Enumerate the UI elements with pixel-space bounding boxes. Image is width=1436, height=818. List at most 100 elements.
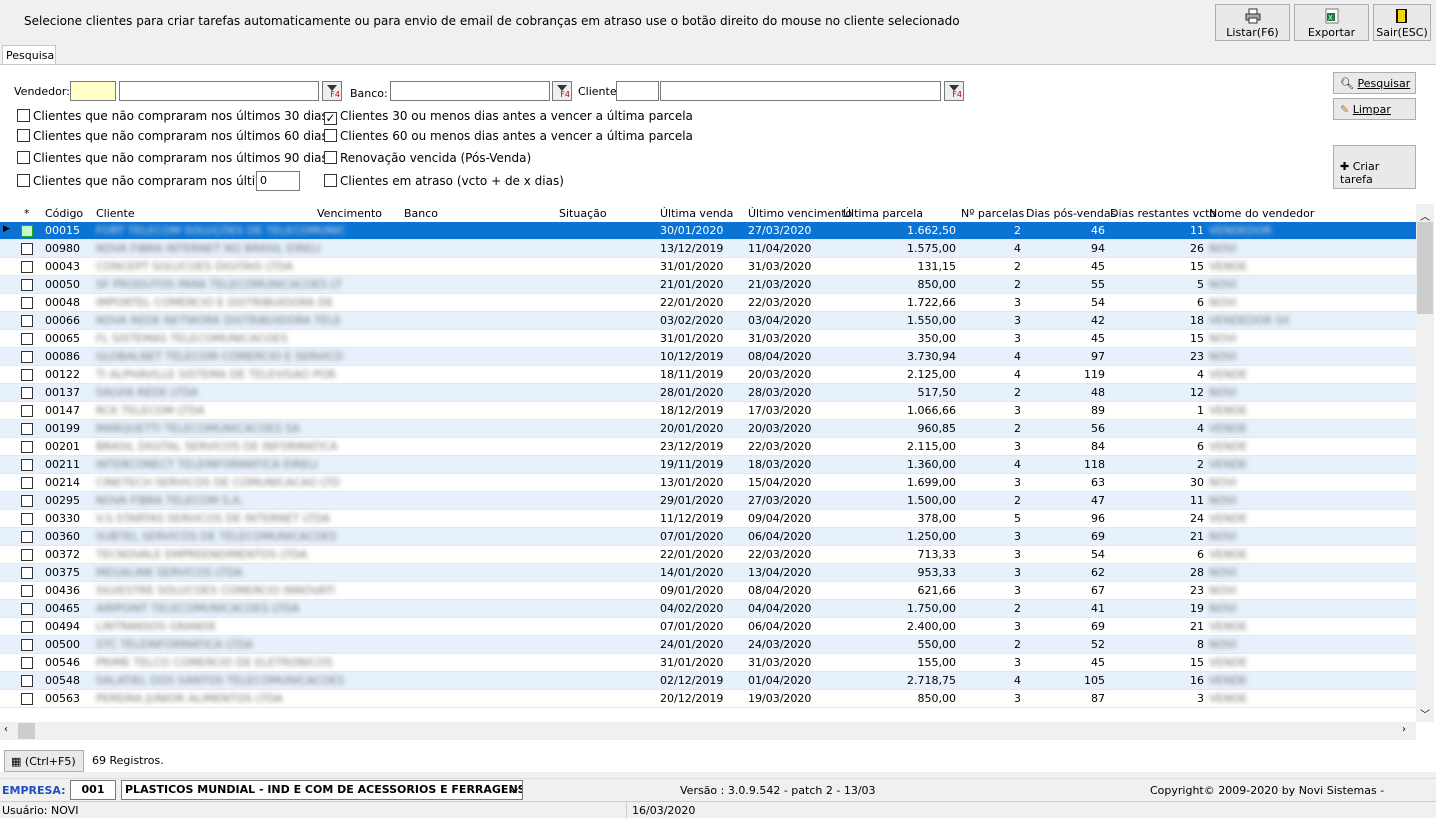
row-checkbox[interactable] — [21, 675, 33, 687]
scroll-left-icon[interactable]: ‹ — [4, 724, 8, 735]
chk-30-dias-vencer[interactable]: ✓ Clientes 30 ou menos dias antes a vence… — [324, 109, 693, 125]
table-row[interactable]: ▶ 00015 FORT TELECOM SOLUÇÕES DE TELECOMUN… — [0, 222, 1416, 240]
cliente-name-input[interactable] — [660, 81, 941, 101]
table-row[interactable]: 00065 FL SISTEMAS TELECOMUNICACOES 31/01/2… — [0, 330, 1416, 348]
column-header[interactable]: Última parcela — [843, 207, 923, 220]
row-checkbox[interactable] — [21, 315, 33, 327]
row-checkbox[interactable] — [21, 423, 33, 435]
table-row[interactable]: 00500 STC TELEINFORMATICA LTDA 24/01/2020 2… — [0, 636, 1416, 654]
hscroll-thumb[interactable] — [18, 723, 35, 739]
row-checkbox[interactable] — [21, 297, 33, 309]
table-row[interactable]: 00122 TI ALPHAVILLE SISTEMA DE TELEVISAO … — [0, 366, 1416, 384]
row-checkbox[interactable] — [21, 387, 33, 399]
table-row[interactable]: 00086 GLOBALNET TELECOM COMERCIO E SERVIC… — [0, 348, 1416, 366]
pesquisar-button[interactable]: 🔍︎ Pesquisar — [1333, 72, 1416, 94]
column-header[interactable]: Dias restantes vcto — [1110, 207, 1216, 220]
chk-renovacao-vencida[interactable]: Renovação vencida (Pós-Venda) — [324, 151, 531, 165]
column-header[interactable]: Nº parcelas — [961, 207, 1024, 220]
cliente-code-input[interactable] — [616, 81, 659, 101]
sair-button[interactable]: Sair(ESC) — [1373, 4, 1431, 41]
horizontal-scrollbar[interactable]: ‹ › — [0, 722, 1416, 740]
row-checkbox[interactable] — [21, 333, 33, 345]
row-checkbox[interactable] — [21, 693, 33, 705]
table-row[interactable]: 00199 MARQUETTI TELECOMUNICACOES SA 20/01/… — [0, 420, 1416, 438]
vendedor-name-input[interactable] — [119, 81, 319, 101]
empresa-select[interactable]: PLASTICOS MUNDIAL - IND E COM DE ACESSOR… — [121, 780, 523, 800]
row-checkbox[interactable] — [21, 513, 33, 525]
table-row[interactable]: 00494 LINTRANSOS GRANDE 07/01/2020 06/04/20… — [0, 618, 1416, 636]
empresa-code-input[interactable]: 001 — [70, 780, 116, 800]
row-checkbox[interactable] — [21, 585, 33, 597]
row-checkbox[interactable] — [21, 495, 33, 507]
listar-button[interactable]: Listar(F6) — [1215, 4, 1290, 41]
column-header[interactable]: Cliente — [96, 207, 135, 220]
table-row[interactable]: 00066 NOVA REDE NETWORK DISTRIBUIDORA TEL… — [0, 312, 1416, 330]
row-checkbox[interactable] — [21, 225, 33, 237]
table-row[interactable]: 00375 MEGALINK SERVICOS LTDA 14/01/2020 13/… — [0, 564, 1416, 582]
chk-clientes-atraso[interactable]: Clientes em atraso (vcto + de x dias) — [324, 174, 564, 188]
table-row[interactable]: 00546 PRIME TELCO COMERCIO DE ELETRONICOS… — [0, 654, 1416, 672]
chk-nao-compraram-90[interactable]: Clientes que não compraram nos últimos 9… — [17, 151, 328, 165]
dias-input[interactable]: 0 — [256, 171, 300, 191]
table-row[interactable]: 00295 NOVA FIBRA TELECOM S.A. 29/01/2020 27… — [0, 492, 1416, 510]
row-checkbox[interactable] — [21, 639, 33, 651]
table-row[interactable]: 00548 SALATIEL DOS SANTOS TELECOMUNICACOE… — [0, 672, 1416, 690]
table-row[interactable]: 00360 SUBTEL SERVICOS DE TELECOMUNICACOES… — [0, 528, 1416, 546]
column-header[interactable]: Dias pós-vendas — [1026, 207, 1116, 220]
row-checkbox[interactable] — [21, 459, 33, 471]
chk-60-dias-vencer[interactable]: Clientes 60 ou menos dias antes a vencer… — [324, 129, 693, 143]
column-header[interactable]: Vencimento — [317, 207, 382, 220]
row-checkbox[interactable] — [21, 243, 33, 255]
table-row[interactable]: 00043 CONCEPT SOLUCOES DIGITAIS LTDA 31/01… — [0, 258, 1416, 276]
chk-nao-compraram-60[interactable]: Clientes que não compraram nos últimos 6… — [17, 129, 328, 143]
column-header[interactable]: Situação — [559, 207, 607, 220]
table-row[interactable]: 00211 INTERCONECT TELEINFORMATICA EIRELI 1… — [0, 456, 1416, 474]
row-checkbox[interactable] — [21, 405, 33, 417]
scroll-right-icon[interactable]: › — [1402, 724, 1406, 735]
vendedor-code-input[interactable] — [70, 81, 116, 101]
column-header[interactable]: Nome do vendedor — [1209, 207, 1314, 220]
criar-tarefa-button[interactable]: ✚ Criar tarefa — [1333, 145, 1416, 189]
table-row[interactable]: 00330 V.S.STARTAS SERVICOS DE INTERNET LT… — [0, 510, 1416, 528]
column-header[interactable]: Código — [45, 207, 83, 220]
column-header[interactable]: Último vencimento — [748, 207, 852, 220]
scroll-down-icon[interactable]: ﹀ — [1420, 706, 1430, 721]
row-checkbox[interactable] — [21, 351, 33, 363]
table-row[interactable]: 00980 NOVA FIBRA INTERNET NO BRASIL EIREL… — [0, 240, 1416, 258]
column-header[interactable]: Última venda — [660, 207, 733, 220]
table-row[interactable]: 00147 RCK TELECOM LTDA 18/12/2019 17/03/202… — [0, 402, 1416, 420]
row-checkbox[interactable] — [21, 603, 33, 615]
row-checkbox[interactable] — [21, 531, 33, 543]
row-checkbox[interactable] — [21, 567, 33, 579]
tab-pesquisa[interactable]: Pesquisa — [2, 45, 56, 65]
exportar-button[interactable]: X Exportar — [1294, 4, 1369, 41]
chk-nao-compraram-x[interactable]: Clientes que não compraram nos últimos — [17, 174, 280, 188]
column-header[interactable]: Banco — [404, 207, 438, 220]
row-checkbox[interactable] — [21, 621, 33, 633]
scroll-thumb[interactable] — [1417, 222, 1433, 314]
table-row[interactable]: 00563 PEREIRA JUNIOR ALIMENTOS LTDA 20/12/… — [0, 690, 1416, 708]
vertical-scrollbar[interactable]: ︿ ﹀ — [1416, 204, 1434, 722]
table-row[interactable]: 00048 IMPORTEL COMERCIO E DISTRIBUIDORA D… — [0, 294, 1416, 312]
banco-input[interactable] — [390, 81, 550, 101]
cliente-lookup-icon[interactable]: F4 — [944, 81, 964, 101]
limpar-button[interactable]: ✎ Limpar — [1333, 98, 1416, 120]
vendedor-lookup-icon[interactable]: F4 — [322, 81, 342, 101]
column-header[interactable]: * — [24, 207, 30, 220]
table-row[interactable]: 00201 BRASIL DIGITAL SERVICOS DE INFORMAT… — [0, 438, 1416, 456]
row-checkbox[interactable] — [21, 477, 33, 489]
row-checkbox[interactable] — [21, 369, 33, 381]
table-row[interactable]: 00137 SALVIA REDE LTDA 28/01/2020 28/03/202… — [0, 384, 1416, 402]
chk-nao-compraram-30[interactable]: Clientes que não compraram nos últimos 3… — [17, 109, 328, 123]
row-checkbox[interactable] — [21, 261, 33, 273]
table-row[interactable]: 00465 AIRPOINT TELECOMUNICACOES LTDA 04/02… — [0, 600, 1416, 618]
table-row[interactable]: 00214 CINETECH SERVICOS DE COMUNICACAO LT… — [0, 474, 1416, 492]
table-row[interactable]: 00436 SILVESTRE SOLUCOES COMERCIO INNOVAT… — [0, 582, 1416, 600]
table-row[interactable]: 00372 TECNOVALE EMPREENDIMENTOS LTDA 22/01… — [0, 546, 1416, 564]
calculator-button[interactable]: ▦ (Ctrl+F5) — [4, 750, 84, 772]
row-checkbox[interactable] — [21, 657, 33, 669]
row-checkbox[interactable] — [21, 549, 33, 561]
scroll-up-icon[interactable]: ︿ — [1420, 208, 1430, 223]
banco-lookup-icon[interactable]: F4 — [552, 81, 572, 101]
row-checkbox[interactable] — [21, 441, 33, 453]
